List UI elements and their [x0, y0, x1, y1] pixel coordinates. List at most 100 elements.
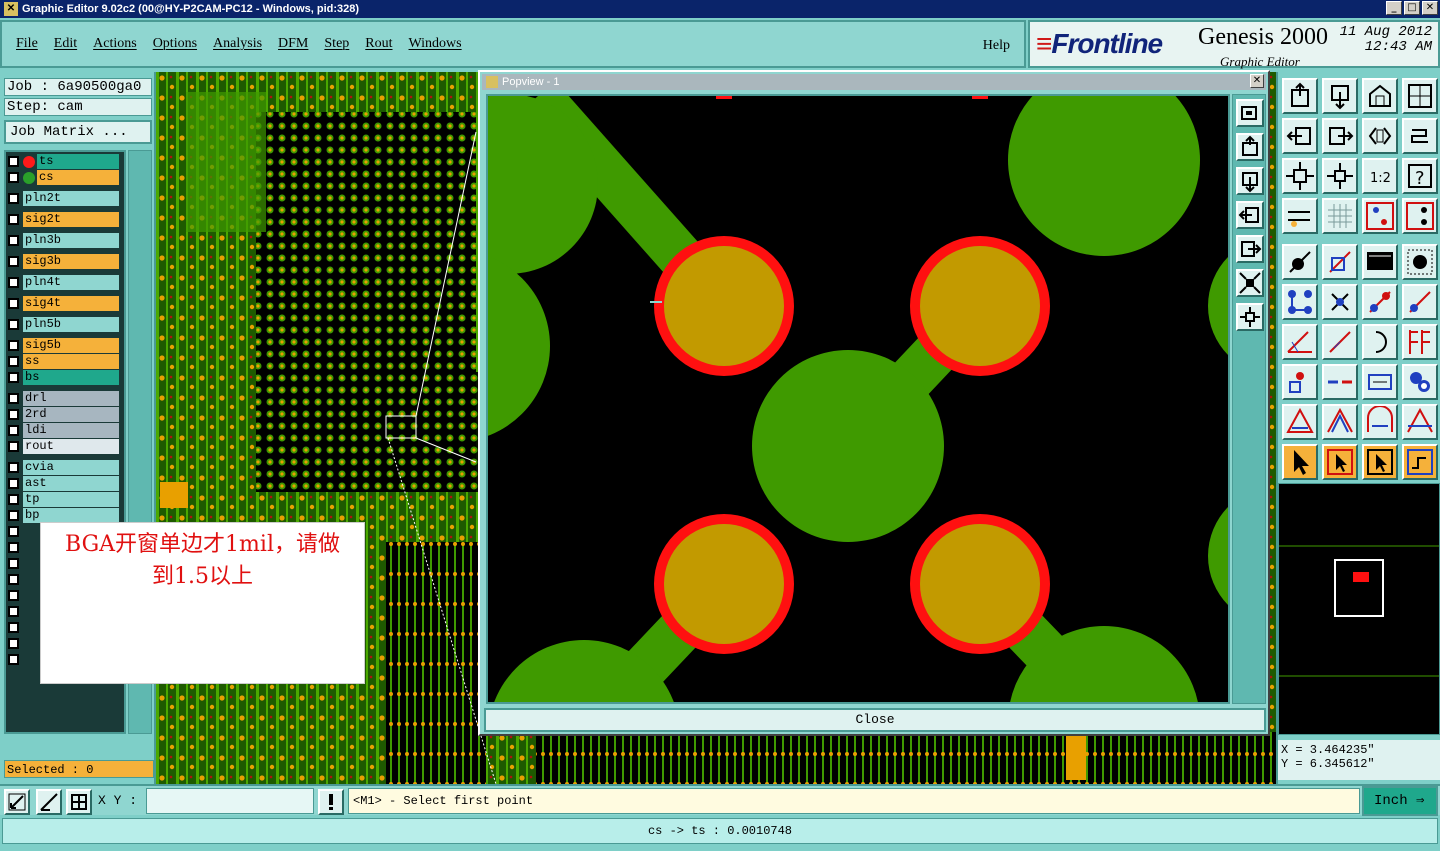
center-icon[interactable] [1322, 158, 1358, 194]
layers-toggle-icon[interactable] [1362, 198, 1398, 234]
layer-name[interactable]: sig3b [23, 254, 119, 269]
menu-step[interactable]: Step [324, 36, 349, 52]
layer-name[interactable]: ldi [23, 423, 119, 438]
menu-rout[interactable]: Rout [365, 36, 392, 52]
layer-checkbox[interactable] [8, 256, 19, 267]
home-view-icon[interactable] [1362, 78, 1398, 114]
layer-checkbox[interactable] [8, 494, 19, 505]
layer-checkbox[interactable] [8, 558, 19, 569]
layer-color-dot[interactable] [23, 171, 35, 184]
layer-checkbox[interactable] [8, 277, 19, 288]
layer-name[interactable]: ss [23, 354, 119, 369]
pan-right-icon[interactable] [1236, 235, 1264, 263]
connect-alt-icon[interactable] [1402, 284, 1438, 320]
snap-icon[interactable] [4, 789, 30, 815]
menu-windows[interactable]: Windows [409, 36, 462, 52]
shape-icon[interactable] [1322, 244, 1358, 280]
layer-checkbox[interactable] [8, 393, 19, 404]
triangle-icon[interactable] [1282, 404, 1318, 440]
select-arrow-icon[interactable] [1282, 444, 1318, 480]
layer-checkbox[interactable] [8, 654, 19, 665]
layer-name[interactable]: sig5b [23, 338, 119, 353]
layer-checkbox[interactable] [8, 542, 19, 553]
layer-up-icon[interactable] [1282, 78, 1318, 114]
layer-row-empty[interactable] [8, 572, 23, 587]
arch-alt-icon[interactable] [1402, 404, 1438, 440]
job-matrix-button[interactable]: Job Matrix ... [4, 120, 152, 144]
layer-row[interactable]: cs [8, 170, 119, 185]
layer-checkbox[interactable] [8, 193, 19, 204]
layer-name[interactable]: tp [23, 492, 119, 507]
layer-row[interactable]: 2rd [8, 407, 119, 422]
layer-checkbox[interactable] [8, 235, 19, 246]
layer-row[interactable]: sig5b [8, 338, 119, 353]
layers-compare-icon[interactable] [1402, 198, 1438, 234]
layer-name[interactable]: cvia [23, 460, 119, 475]
arch-fill-icon[interactable] [1362, 404, 1398, 440]
layer-name[interactable]: pln5b [23, 317, 119, 332]
menu-help[interactable]: Help [983, 38, 1010, 54]
layer-checkbox[interactable] [8, 425, 19, 436]
layer-row-empty[interactable] [8, 620, 23, 635]
layer-name[interactable]: bp [23, 508, 119, 523]
layer-down-icon[interactable] [1322, 78, 1358, 114]
layer-row-empty[interactable] [8, 652, 23, 667]
layer-checkbox[interactable] [8, 409, 19, 420]
layer-name[interactable]: sig4t [23, 296, 119, 311]
layer-checkbox[interactable] [8, 622, 19, 633]
popview-close-button[interactable]: Close [484, 708, 1266, 732]
help-query-icon[interactable]: ? [1402, 158, 1438, 194]
arc-icon[interactable] [1322, 324, 1358, 360]
layer-row[interactable]: pln4t [8, 275, 119, 290]
maximize-button[interactable]: □ [1404, 1, 1420, 15]
zoom-in-icon[interactable] [1236, 269, 1264, 297]
connect-icon[interactable] [1362, 284, 1398, 320]
layer-name[interactable]: pln2t [23, 191, 119, 206]
layer-checkbox[interactable] [8, 526, 19, 537]
layer-row[interactable]: ts [8, 154, 119, 169]
unit-selector[interactable]: Inch ⇒ [1362, 786, 1438, 816]
layer-row[interactable]: pln2t [8, 191, 119, 206]
split-icon[interactable] [1402, 324, 1438, 360]
fit-icon[interactable] [1282, 158, 1318, 194]
layer-row-empty[interactable] [8, 556, 23, 571]
menu-file[interactable]: File [16, 36, 38, 52]
close-window-button[interactable]: ✕ [1422, 1, 1438, 15]
layer-checkbox[interactable] [8, 172, 19, 183]
layer-row[interactable]: bp [8, 508, 119, 523]
cluster-icon[interactable] [1402, 364, 1438, 400]
layer-row[interactable]: tp [8, 492, 119, 507]
scale-icon[interactable]: 1:2 [1362, 158, 1398, 194]
layer-name[interactable]: bs [23, 370, 119, 385]
menu-dfm[interactable]: DFM [278, 36, 308, 52]
layer-checkbox[interactable] [8, 441, 19, 452]
layer-checkbox[interactable] [8, 156, 19, 167]
rotate-icon[interactable] [1402, 118, 1438, 154]
alert-icon[interactable] [318, 789, 344, 815]
layer-checkbox[interactable] [8, 340, 19, 351]
layer-name[interactable]: 2rd [23, 407, 119, 422]
layer-name[interactable]: ts [37, 154, 119, 169]
pad-icon[interactable] [1282, 244, 1318, 280]
layer-name[interactable]: pln4t [23, 275, 119, 290]
layer-row[interactable]: drl [8, 391, 119, 406]
cross-icon[interactable] [1322, 284, 1358, 320]
home-icon[interactable] [1236, 133, 1264, 161]
layer-checkbox[interactable] [8, 462, 19, 473]
line-icon[interactable] [1282, 324, 1318, 360]
measure-box-icon[interactable] [1362, 364, 1398, 400]
layer-name[interactable]: pln3b [23, 233, 119, 248]
layer-checkbox[interactable] [8, 638, 19, 649]
layer-row[interactable]: cvia [8, 460, 119, 475]
xy-input[interactable] [146, 788, 314, 814]
layer-row[interactable]: ss [8, 354, 119, 369]
layer-row[interactable]: sig4t [8, 296, 119, 311]
measure-icon[interactable] [36, 789, 62, 815]
layer-name[interactable]: ast [23, 476, 119, 491]
popview-canvas[interactable] [486, 94, 1230, 704]
pan-down-icon[interactable] [1236, 167, 1264, 195]
menu-actions[interactable]: Actions [93, 36, 137, 52]
zoom-out-icon[interactable] [1236, 303, 1264, 331]
pan-left-icon[interactable] [1236, 201, 1264, 229]
layer-row-empty[interactable] [8, 524, 23, 539]
